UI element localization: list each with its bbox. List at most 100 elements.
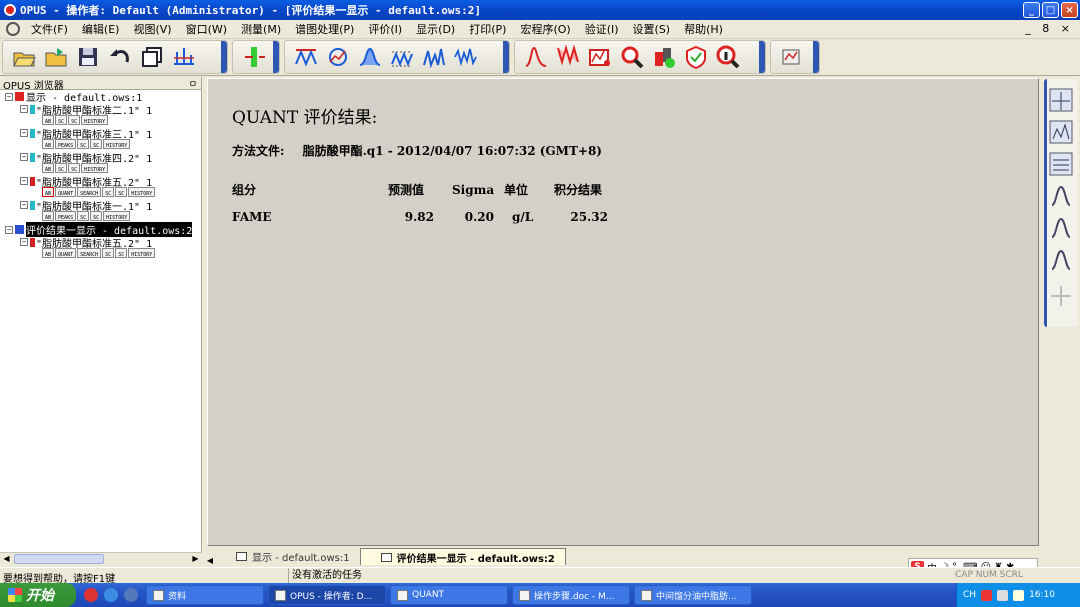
- menu-edit[interactable]: 编辑(E): [75, 21, 127, 37]
- smooth-button[interactable]: [357, 44, 383, 70]
- atm-compensation-button[interactable]: [325, 44, 351, 70]
- document-system-icon[interactable]: [6, 22, 20, 36]
- data-block-ab[interactable]: AB: [42, 163, 55, 173]
- tab-display-ows1[interactable]: 显示 - default.ows:1: [216, 548, 360, 565]
- undo-button[interactable]: [107, 44, 133, 70]
- taskbar-item[interactable]: QUANT: [390, 585, 508, 605]
- menu-view[interactable]: 视图(V): [126, 21, 178, 37]
- close-button[interactable]: ×: [1061, 2, 1078, 18]
- menu-measure[interactable]: 测量(M): [234, 21, 288, 37]
- tree-file-item[interactable]: − "脂肪酸甲酯标准五.2" 1: [0, 175, 201, 189]
- peak-pick-button[interactable]: [421, 44, 447, 70]
- normalize-button[interactable]: [389, 44, 415, 70]
- data-block-ab[interactable]: AB: [42, 187, 55, 197]
- report-button[interactable]: [587, 44, 613, 70]
- pin-icon[interactable]: ㅁ: [189, 77, 197, 90]
- menu-print[interactable]: 打印(P): [462, 21, 513, 37]
- info-button[interactable]: [715, 44, 741, 70]
- window-title-bar[interactable]: OPUS - 操作者: Default (Administrator) - [评…: [0, 0, 1080, 20]
- menu-macro[interactable]: 宏程序(O): [513, 21, 577, 37]
- integration-button[interactable]: [555, 44, 581, 70]
- peak-shape-down-button[interactable]: [1048, 247, 1074, 273]
- tree-file-item[interactable]: − "脂肪酸甲酯标准四.2" 1: [0, 151, 201, 165]
- data-block-sc[interactable]: SC: [77, 211, 90, 221]
- data-block-sc[interactable]: SC: [90, 211, 103, 221]
- data-block-history[interactable]: HISTORY: [103, 139, 131, 149]
- tree-file-item[interactable]: − "脂肪酸甲酯标准五.2" 1: [0, 236, 201, 250]
- taskbar-item[interactable]: 资料: [146, 585, 264, 605]
- data-block-sc[interactable]: SC: [115, 248, 128, 258]
- tray-language[interactable]: CH: [963, 590, 976, 600]
- data-block-sc[interactable]: SC: [102, 248, 115, 258]
- identity-test-button[interactable]: [683, 44, 709, 70]
- menu-help[interactable]: 帮助(H): [677, 21, 730, 37]
- collapse-minus-icon[interactable]: −: [20, 201, 28, 209]
- tab-evaluation-ows2[interactable]: 评价结果一显示 - default.ows:2: [359, 548, 566, 565]
- browser-horizontal-scrollbar[interactable]: ◀ ▶: [0, 552, 202, 565]
- data-block-sc[interactable]: SC: [55, 163, 68, 173]
- open-file-alt-button[interactable]: [43, 44, 69, 70]
- data-block-sc[interactable]: SC: [68, 163, 81, 173]
- data-block-sc[interactable]: SC: [90, 139, 103, 149]
- browser-e-icon[interactable]: [104, 588, 118, 602]
- menu-evaluate[interactable]: 评价(I): [361, 21, 409, 37]
- measure-button[interactable]: [241, 44, 267, 70]
- menu-file[interactable]: 文件(F): [24, 21, 75, 37]
- data-block-quant[interactable]: QUANT: [55, 248, 77, 258]
- derivative-button[interactable]: [453, 44, 479, 70]
- menu-validation[interactable]: 验证(I): [578, 21, 626, 37]
- print-layout-button[interactable]: [779, 44, 805, 70]
- mdi-window-controls[interactable]: _ 8 ×: [1025, 22, 1074, 35]
- data-block-peaks[interactable]: PEAKS: [55, 139, 77, 149]
- data-block-sc[interactable]: SC: [102, 187, 115, 197]
- tree-file-item[interactable]: − "脂肪酸甲酯标准二.1" 1: [0, 103, 201, 117]
- open-file-button[interactable]: [11, 44, 37, 70]
- zoom-vertical-button[interactable]: [1048, 87, 1074, 113]
- maximize-button[interactable]: □: [1042, 2, 1059, 18]
- ie-icon[interactable]: [124, 588, 138, 602]
- menu-settings[interactable]: 设置(S): [626, 21, 678, 37]
- app-launcher-icon[interactable]: [84, 588, 98, 602]
- network-icon[interactable]: [997, 589, 1009, 601]
- collapse-minus-icon[interactable]: −: [20, 177, 28, 185]
- data-block-history[interactable]: HISTORY: [103, 211, 131, 221]
- data-block-sc[interactable]: SC: [68, 115, 81, 125]
- spectrum-arrange-button[interactable]: [171, 44, 197, 70]
- peak-evaluation-button[interactable]: [523, 44, 549, 70]
- menu-spectrum-processing[interactable]: 谱图处理(P): [288, 21, 361, 37]
- scroll-right-icon[interactable]: ▶: [189, 553, 202, 565]
- tree-file-item[interactable]: − "脂肪酸甲酯标准三.1" 1: [0, 127, 201, 141]
- data-block-history[interactable]: HISTORY: [81, 115, 109, 125]
- quant-analysis-button[interactable]: [651, 44, 677, 70]
- data-block-quant[interactable]: QUANT: [55, 187, 77, 197]
- collapse-minus-icon[interactable]: −: [20, 105, 28, 113]
- collapse-minus-icon[interactable]: −: [5, 225, 13, 234]
- security-icon[interactable]: [1013, 589, 1025, 601]
- menu-window[interactable]: 窗口(W): [179, 21, 234, 37]
- data-block-sc[interactable]: SC: [115, 187, 128, 197]
- start-button[interactable]: 开始: [0, 583, 76, 607]
- data-block-sc[interactable]: SC: [77, 139, 90, 149]
- overlay-view-button[interactable]: [1048, 151, 1074, 177]
- data-block-ab[interactable]: AB: [42, 248, 55, 258]
- save-button[interactable]: [75, 44, 101, 70]
- collapse-minus-icon[interactable]: −: [5, 92, 13, 101]
- baseline-correction-button[interactable]: [293, 44, 319, 70]
- data-block-ab[interactable]: AB: [42, 139, 55, 149]
- data-block-history[interactable]: HISTORY: [128, 187, 156, 197]
- minimize-button[interactable]: _: [1023, 2, 1040, 18]
- menu-display[interactable]: 显示(D): [409, 21, 462, 37]
- taskbar-item[interactable]: 中间馏分油中脂肪...: [634, 585, 752, 605]
- collapse-minus-icon[interactable]: −: [20, 129, 28, 137]
- data-block-ab[interactable]: AB: [42, 115, 55, 125]
- data-block-sc[interactable]: SC: [55, 115, 68, 125]
- peak-shape-button[interactable]: [1048, 215, 1074, 241]
- data-block-search[interactable]: SEARCH: [77, 248, 102, 258]
- collapse-minus-icon[interactable]: −: [20, 153, 28, 161]
- collapse-minus-icon[interactable]: −: [20, 238, 28, 246]
- spectrum-view-button[interactable]: [1048, 119, 1074, 145]
- copy-window-button[interactable]: [139, 44, 165, 70]
- data-block-ab[interactable]: AB: [42, 211, 55, 221]
- data-block-search[interactable]: SEARCH: [77, 187, 102, 197]
- sogou-tray-icon[interactable]: [981, 589, 993, 601]
